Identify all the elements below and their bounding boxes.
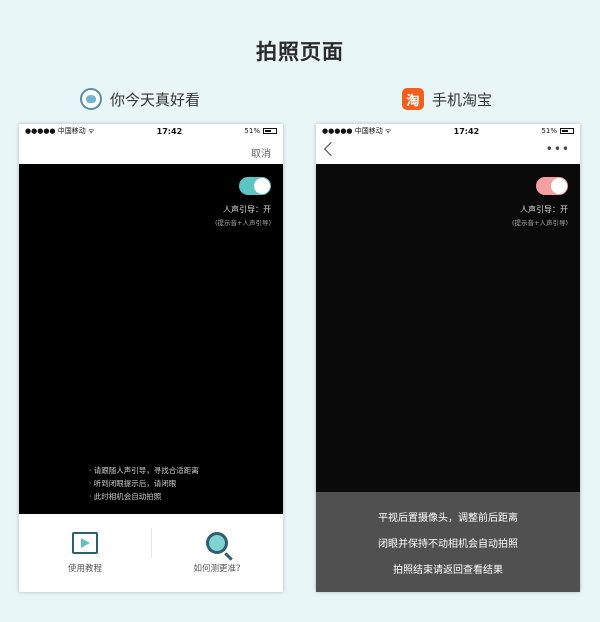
battery-status: 51% <box>244 127 277 135</box>
status-time: 17:42 <box>156 126 183 136</box>
carrier-signal: ●●●●● 中国移动 ᯤ <box>322 127 392 135</box>
instruction-line: 闭眼并保持不动相机会自动拍照 <box>378 538 518 550</box>
app-name: 手机淘宝 <box>432 90 493 109</box>
voice-guide-sub: (提示音+人声引导) <box>214 219 271 227</box>
more-options-icon[interactable]: ••• <box>546 142 570 156</box>
voice-guide-label: 人声引导：开 <box>520 205 568 214</box>
back-chevron-icon[interactable] <box>323 141 339 157</box>
nav-bar: ••• <box>316 138 580 164</box>
voice-guide-label: 人声引导：开 <box>223 205 271 214</box>
app-name: 你今天真好看 <box>110 90 201 109</box>
app-logo-icon <box>80 88 102 110</box>
camera-view: 人声引导：开 (提示音+人声引导) <box>316 164 580 492</box>
phone-screen-right: ●●●●● 中国移动 ᯤ 17:42 51% ••• 人声引导：开 (提示音+人… <box>316 124 580 592</box>
accuracy-label: 如何测更准? <box>193 564 241 574</box>
accuracy-help-button[interactable]: 如何测更准? <box>151 514 283 592</box>
bottom-bar: 使用教程 如何测更准? <box>19 514 283 592</box>
status-bar: ●●●●● 中国移动 ᯤ 17:42 51% <box>19 124 283 138</box>
voice-guide-toggle[interactable] <box>536 177 568 195</box>
magnifier-icon <box>206 532 228 554</box>
shooting-tips: · 请跟随人声引导，寻找合适距离 · 听到闭眼提示后，请闭眼 · 此时相机会自动… <box>89 464 199 503</box>
nav-bar: 取消 <box>19 138 283 164</box>
tip-line: · 听到闭眼提示后，请闭眼 <box>89 479 177 488</box>
status-time: 17:42 <box>453 126 480 136</box>
app-header-left: 你今天真好看 <box>80 88 200 110</box>
taobao-logo-icon: 淘 <box>402 88 424 110</box>
carrier-signal: ●●●●● 中国移动 ᯤ <box>25 127 95 135</box>
battery-status: 51% <box>541 127 574 135</box>
battery-icon <box>262 128 277 134</box>
battery-icon <box>559 128 574 134</box>
voice-guide-toggle[interactable] <box>239 177 271 195</box>
tip-line: · 此时相机会自动拍照 <box>89 492 162 501</box>
instruction-line: 平视后置摄像头，调整前后距离 <box>378 512 518 524</box>
instruction-line: 拍照结束请返回查看结果 <box>393 564 503 576</box>
toggle-knob <box>551 178 567 194</box>
tutorial-button[interactable]: 使用教程 <box>19 514 151 592</box>
instruction-panel: 平视后置摄像头，调整前后距离 闭眼并保持不动相机会自动拍照 拍照结束请返回查看结… <box>316 492 580 592</box>
tutorial-label: 使用教程 <box>67 564 102 574</box>
video-tutorial-icon <box>72 532 98 554</box>
phone-screen-left: ●●●●● 中国移动 ᯤ 17:42 51% 取消 人声引导：开 (提示音+人声… <box>19 124 283 592</box>
page-title: 拍照页面 <box>256 40 344 64</box>
tip-line: · 请跟随人声引导，寻找合适距离 <box>89 466 199 475</box>
app-header-right: 淘 手机淘宝 <box>402 88 492 110</box>
voice-guide-sub: (提示音+人声引导) <box>511 219 568 227</box>
cancel-button[interactable]: 取消 <box>251 145 271 160</box>
camera-view: 人声引导：开 (提示音+人声引导) · 请跟随人声引导，寻找合适距离 · 听到闭… <box>19 164 283 514</box>
toggle-knob <box>254 178 270 194</box>
status-bar: ●●●●● 中国移动 ᯤ 17:42 51% <box>316 124 580 138</box>
